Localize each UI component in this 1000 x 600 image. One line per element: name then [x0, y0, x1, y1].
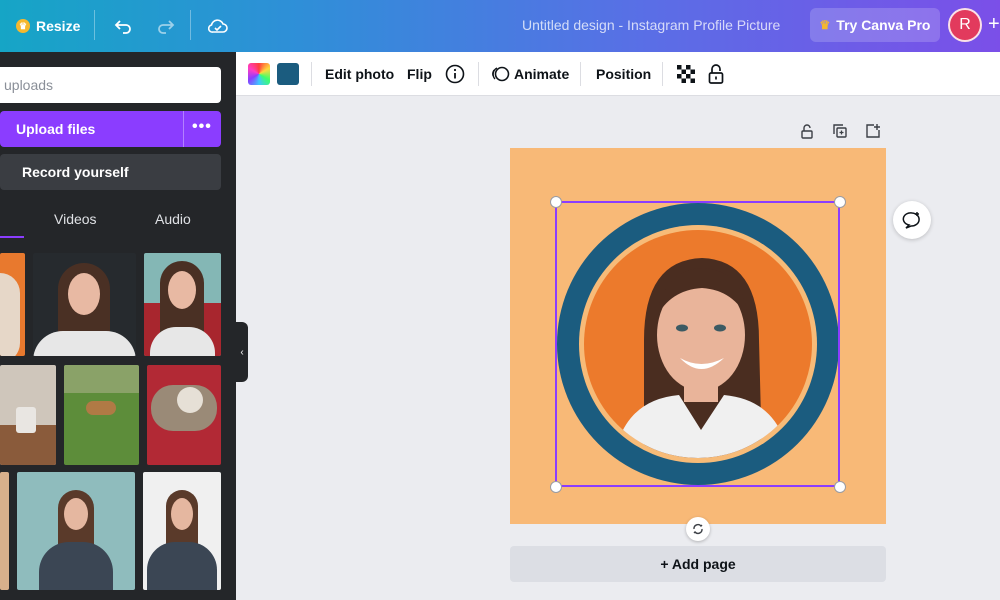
tab-audio[interactable]: Audio — [155, 211, 191, 227]
tab-videos[interactable]: Videos — [54, 211, 97, 227]
upload-thumbnail[interactable] — [144, 253, 221, 356]
add-page-button[interactable]: + Add page — [510, 546, 886, 582]
more-options-icon[interactable]: ••• — [192, 118, 212, 136]
upload-thumbnail[interactable] — [0, 253, 25, 356]
resize-handle-bottom-left[interactable] — [550, 481, 562, 493]
divider — [478, 62, 479, 86]
lock-icon[interactable] — [704, 62, 728, 86]
try-canva-pro-button[interactable]: ♛ Try Canva Pro — [810, 8, 940, 42]
top-bar: ♛ Resize Untitled design - Instagram Pro… — [0, 0, 1000, 52]
divider — [94, 10, 95, 40]
chevron-left-icon: ‹ — [240, 346, 244, 358]
position-button[interactable]: Position — [596, 66, 651, 82]
crown-icon: ♛ — [819, 18, 831, 32]
crown-icon: ♛ — [16, 19, 30, 33]
record-yourself-button[interactable]: Record yourself — [0, 154, 221, 190]
uploads-panel: uploads Upload files ••• Record yourself… — [0, 52, 236, 600]
active-tab-indicator — [0, 236, 24, 238]
upload-files-button[interactable]: Upload files ••• — [0, 111, 221, 147]
avatar-initial: R — [959, 16, 971, 33]
plus-icon[interactable]: + — [988, 13, 1000, 36]
divider — [580, 62, 581, 86]
rotate-icon — [693, 523, 703, 535]
divider — [190, 10, 191, 40]
upload-thumbnail[interactable] — [0, 365, 56, 465]
add-page-icon[interactable] — [864, 122, 882, 140]
upload-files-label: Upload files — [16, 121, 96, 137]
comment-icon — [902, 212, 920, 229]
flip-button[interactable]: Flip — [407, 66, 432, 82]
resize-handle-bottom-right[interactable] — [834, 481, 846, 493]
document-title[interactable]: Untitled design - Instagram Profile Pict… — [522, 17, 780, 33]
resize-handle-top-right[interactable] — [834, 196, 846, 208]
avatar[interactable]: R — [948, 8, 982, 42]
upload-thumbnail[interactable] — [64, 365, 139, 465]
add-comment-button[interactable] — [893, 201, 931, 239]
selection-box — [555, 201, 840, 487]
edit-photo-button[interactable]: Edit photo — [325, 66, 394, 82]
resize-label: Resize — [36, 18, 81, 34]
rotate-button[interactable] — [686, 517, 710, 541]
upload-thumbnail[interactable] — [143, 472, 221, 590]
duplicate-page-icon[interactable] — [831, 122, 849, 140]
upload-thumbnail[interactable] — [17, 472, 135, 590]
color-picker-icon[interactable] — [248, 63, 270, 85]
lock-page-icon[interactable] — [798, 122, 816, 140]
animate-button[interactable]: Animate — [514, 66, 569, 82]
collapse-panel-button[interactable]: ‹ — [236, 322, 248, 382]
resize-handle-top-left[interactable] — [550, 196, 562, 208]
cloud-saved-icon[interactable] — [206, 14, 230, 38]
animate-icon — [488, 62, 512, 86]
resize-button[interactable]: ♛ Resize — [16, 14, 80, 38]
search-input[interactable]: uploads — [0, 67, 221, 103]
transparency-icon[interactable] — [674, 62, 698, 86]
divider — [183, 111, 184, 147]
editor-toolbar: Edit photo Flip Animate Position — [236, 52, 1000, 96]
undo-icon[interactable] — [111, 14, 135, 38]
color-swatch[interactable] — [277, 63, 299, 85]
try-pro-label: Try Canva Pro — [836, 17, 931, 33]
upload-thumbnail[interactable] — [147, 365, 221, 465]
upload-thumbnail[interactable] — [0, 472, 9, 590]
upload-thumbnail[interactable] — [33, 253, 136, 356]
divider — [662, 62, 663, 86]
redo-icon[interactable] — [154, 14, 178, 38]
divider — [311, 62, 312, 86]
info-icon[interactable] — [443, 62, 467, 86]
